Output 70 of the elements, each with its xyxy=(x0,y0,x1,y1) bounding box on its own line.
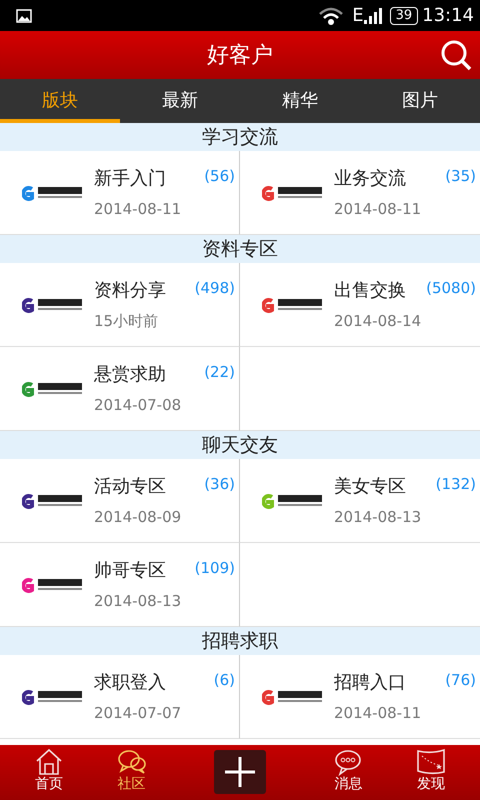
clock-time: 13:14 xyxy=(422,4,474,28)
forum-name: 悬赏求助 xyxy=(94,363,166,387)
battery-indicator: 39 xyxy=(390,6,418,24)
forum-item[interactable]: 求职登入 (6) 2014-07-07 xyxy=(0,655,240,739)
signal-icon xyxy=(364,8,382,24)
last-post-date: 2014-07-08 xyxy=(94,395,182,416)
nav-tab[interactable]: 社区 xyxy=(90,745,173,792)
forum-name: 美女专区 xyxy=(334,475,406,499)
logo-text-icon xyxy=(38,382,82,394)
post-count: (56) xyxy=(204,166,235,187)
post-count: (5080) xyxy=(426,278,476,299)
logo-text-icon xyxy=(278,298,322,310)
forum-name: 新手入门 xyxy=(94,167,166,191)
logo-text-icon xyxy=(38,186,82,198)
forum-item[interactable]: 资料分享 (498) 15小时前 xyxy=(0,263,240,347)
last-post-date: 2014-08-11 xyxy=(334,199,422,220)
map-icon xyxy=(416,747,446,777)
network-type-label: E xyxy=(352,4,364,28)
message-bubble-icon xyxy=(333,747,364,777)
logo-text-icon xyxy=(278,186,322,198)
search-icon[interactable] xyxy=(440,39,472,71)
post-count: (22) xyxy=(204,362,235,383)
forum-item[interactable]: 出售交换 (5080) 2014-08-14 xyxy=(240,263,480,347)
nav-tab[interactable]: 消息 xyxy=(307,745,390,792)
post-count: (109) xyxy=(194,558,235,579)
post-count: (498) xyxy=(194,278,235,299)
section-header: 资料专区 xyxy=(0,235,480,263)
forum-name: 活动专区 xyxy=(94,475,166,499)
logo-text-icon xyxy=(38,690,82,702)
forum-item[interactable]: 美女专区 (132) 2014-08-13 xyxy=(240,459,480,543)
section-header: 招聘求职 xyxy=(0,627,480,655)
last-post-date: 2014-08-13 xyxy=(334,507,422,528)
forum-name: 帅哥专区 xyxy=(94,559,166,583)
forum-name: 出售交换 xyxy=(334,279,406,303)
post-count: (6) xyxy=(214,670,235,691)
forum-item[interactable]: 活动专区 (36) 2014-08-09 xyxy=(0,459,240,543)
forum-item[interactable]: 招聘入口 (76) 2014-08-11 xyxy=(240,655,480,739)
last-post-date: 2014-08-11 xyxy=(334,703,422,724)
post-count: (76) xyxy=(445,670,476,691)
forum-name: 招聘入口 xyxy=(334,671,406,695)
plus-icon xyxy=(223,755,258,789)
last-post-date: 2014-08-09 xyxy=(94,507,182,528)
last-post-date: 2014-08-14 xyxy=(334,311,422,332)
logo-text-icon xyxy=(38,298,82,310)
tab[interactable]: 精华 xyxy=(240,79,360,123)
last-post-date: 2014-07-07 xyxy=(94,703,182,724)
logo-text-icon xyxy=(38,494,82,506)
image-notification-icon xyxy=(16,8,32,22)
last-post-date: 2014-08-11 xyxy=(94,199,182,220)
nav-tab[interactable]: 首页 xyxy=(8,745,90,792)
post-count: (132) xyxy=(436,474,476,495)
tab[interactable]: 图片 xyxy=(360,79,480,123)
logo-text-icon xyxy=(278,494,322,506)
last-post-date: 2014-08-13 xyxy=(94,591,182,612)
add-button[interactable] xyxy=(214,750,266,794)
section-header: 学习交流 xyxy=(0,123,480,151)
post-count: (36) xyxy=(204,474,235,495)
forum-name: 求职登入 xyxy=(94,671,166,695)
logo-text-icon xyxy=(278,690,322,702)
forum-name: 资料分享 xyxy=(94,279,166,303)
forum-name: 业务交流 xyxy=(334,167,406,191)
app-title: 好客户 xyxy=(207,42,273,70)
last-post-date: 15小时前 xyxy=(94,311,160,332)
section-header: 聊天交友 xyxy=(0,431,480,459)
logo-text-icon xyxy=(38,578,82,590)
wifi-icon xyxy=(318,6,344,26)
nav-tab[interactable]: 发现 xyxy=(390,745,472,792)
post-count: (35) xyxy=(445,166,476,187)
home-icon xyxy=(34,747,64,777)
tab[interactable]: 最新 xyxy=(120,79,240,123)
